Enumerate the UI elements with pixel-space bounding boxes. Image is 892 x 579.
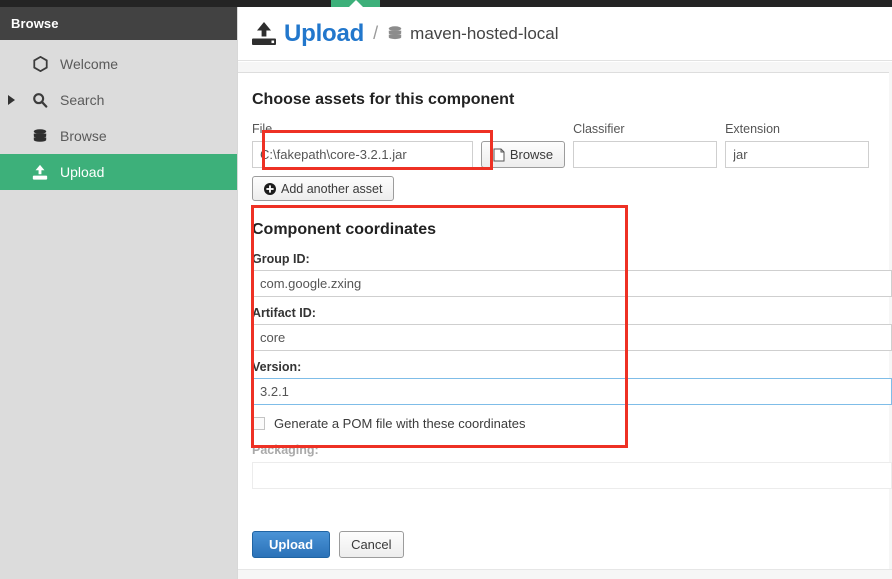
breadcrumb-separator: /	[373, 23, 379, 43]
browse-button-label: Browse	[509, 147, 554, 162]
hexagon-icon	[29, 54, 51, 74]
extension-label: Extension	[725, 122, 780, 136]
sidebar-item-label: Welcome	[60, 56, 119, 72]
artifact-id-label: Artifact ID:	[252, 306, 316, 320]
version-label: Version:	[252, 360, 302, 374]
sidebar-item-welcome[interactable]: Welcome	[0, 46, 237, 82]
generate-pom-checkbox[interactable]	[252, 417, 265, 430]
database-icon	[29, 126, 51, 146]
browse-button[interactable]: Browse	[480, 141, 566, 168]
classifier-field-group: Classifier	[573, 122, 718, 168]
page-header: Upload / maven-hosted-local	[238, 7, 892, 61]
group-id-input[interactable]	[252, 270, 892, 297]
plus-circle-icon	[264, 182, 276, 195]
extension-field-group: Extension	[725, 122, 870, 168]
assets-section-title: Choose assets for this component	[252, 91, 515, 108]
artifact-id-input[interactable]	[252, 324, 892, 351]
generate-pom-label: Generate a POM file with these coordinat…	[274, 416, 526, 431]
chevron-right-icon[interactable]	[8, 95, 15, 105]
add-another-asset-label: Add another asset	[281, 181, 383, 196]
upload-icon	[250, 21, 278, 47]
group-id-field-group: Group ID:	[252, 252, 892, 297]
artifact-id-field-group: Artifact ID:	[252, 306, 892, 351]
browse-button-wrapper: Browse	[480, 141, 566, 168]
sidebar-item-label: Upload	[60, 164, 105, 180]
sidebar-nav-list: Welcome Search Browse Upload	[0, 40, 237, 190]
upload-button[interactable]: Upload	[252, 531, 331, 558]
form-actions: Upload Cancel	[252, 531, 869, 558]
breadcrumb-repository: maven-hosted-local	[410, 23, 559, 43]
upload-icon	[29, 162, 51, 182]
sidebar-item-search[interactable]: Search	[0, 82, 237, 118]
coordinates-section-title: Component coordinates	[252, 221, 437, 238]
sidebar-item-upload[interactable]: Upload	[0, 154, 237, 190]
sidebar-header: Browse	[0, 7, 237, 40]
top-strip	[0, 0, 892, 7]
classifier-label: Classifier	[573, 122, 625, 136]
file-input[interactable]	[252, 141, 473, 168]
packaging-field-group: Packaging:	[252, 443, 892, 489]
component-coordinates-section: Component coordinates Group ID: Artifact…	[252, 221, 892, 489]
version-field-group: Version:	[252, 360, 892, 405]
cancel-button[interactable]: Cancel	[339, 531, 404, 558]
file-field-group: File	[252, 122, 473, 168]
page-title: Upload	[284, 19, 365, 47]
classifier-input[interactable]	[573, 141, 718, 168]
file-label: File	[252, 122, 273, 136]
packaging-label: Packaging:	[252, 443, 319, 457]
main-content: Upload / maven-hosted-local Choose asset…	[237, 7, 892, 579]
add-another-asset-button[interactable]: Add another asset	[252, 176, 395, 201]
upload-form-panel: Choose assets for this component File C:…	[238, 72, 892, 579]
sidebar-item-label: Search	[60, 92, 105, 108]
footer-strip	[238, 569, 892, 579]
extension-input[interactable]	[725, 141, 870, 168]
sidebar-header-title: Browse	[11, 16, 59, 31]
app-root: Browse Welcome Search Browse Upload Uplo…	[0, 0, 892, 579]
packaging-input[interactable]	[252, 462, 892, 489]
cancel-button-label: Cancel	[351, 537, 392, 552]
top-strip-caret-icon	[349, 0, 363, 7]
generate-pom-row[interactable]: Generate a POM file with these coordinat…	[252, 416, 869, 431]
asset-row: File Browse	[252, 122, 870, 168]
sidebar-item-browse[interactable]: Browse	[0, 118, 237, 154]
search-icon	[29, 90, 51, 110]
file-icon	[493, 148, 505, 162]
database-icon	[387, 25, 403, 42]
sidebar: Browse Welcome Search Browse Upload	[0, 7, 237, 579]
version-input[interactable]	[252, 378, 892, 405]
group-id-label: Group ID:	[252, 252, 310, 266]
sidebar-item-label: Browse	[60, 128, 107, 144]
content-scroll-area: Choose assets for this component File C:…	[238, 62, 892, 579]
upload-button-label: Upload	[269, 537, 314, 552]
